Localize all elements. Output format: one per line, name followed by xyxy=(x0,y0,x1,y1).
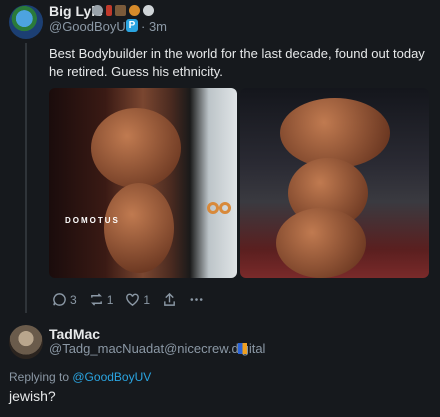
p-badge-icon: P xyxy=(126,19,138,32)
reply-author-avatar[interactable] xyxy=(9,325,43,359)
like-button[interactable]: 1 xyxy=(125,292,150,307)
gear-badge-icon xyxy=(92,4,103,16)
more-icon xyxy=(190,298,203,301)
repost-icon xyxy=(90,293,102,306)
like-count: 1 xyxy=(143,292,151,307)
post-image-2[interactable] xyxy=(240,88,429,278)
bodybuilder-legs xyxy=(104,183,174,273)
flag-badge-icon xyxy=(106,4,112,16)
reply-body: jewish? xyxy=(9,388,56,404)
author-avatar[interactable] xyxy=(9,5,43,39)
post-body: Best Bodybuilder in the world for the la… xyxy=(49,46,425,79)
replying-prefix: Replying to xyxy=(9,370,73,384)
reply-icon xyxy=(53,293,66,306)
share-button[interactable] xyxy=(162,292,177,307)
repost-count: 1 xyxy=(106,292,114,307)
ring-logo-icon xyxy=(207,202,219,214)
emblem-badge-icon xyxy=(129,4,140,16)
bodybuilder-legs xyxy=(276,208,366,278)
reply-author-handle[interactable]: @Tadg_macNuadat@nicecrew.digital xyxy=(49,341,265,356)
replying-to-link[interactable]: @GoodBoyUV xyxy=(72,370,151,384)
reply-count: 3 xyxy=(70,292,77,307)
verified-badge-icon xyxy=(143,4,154,16)
thread-line xyxy=(25,43,27,313)
bodybuilder-figure xyxy=(91,108,181,188)
replying-to: Replying to @GoodBoyUV xyxy=(9,370,151,384)
share-icon xyxy=(164,292,175,306)
box-badge-icon xyxy=(115,4,126,16)
heart-icon xyxy=(126,293,140,306)
ring-logo-icon-2 xyxy=(219,202,231,214)
post-actions: 3 1 1 xyxy=(52,292,216,307)
post-timestamp[interactable]: · 3m xyxy=(141,19,167,34)
post-image-1[interactable]: DOMOTUS xyxy=(49,88,237,278)
reply-author-name[interactable]: TadMac xyxy=(49,326,100,342)
author-handle[interactable]: @GoodBoyUV xyxy=(49,19,134,34)
reply-button[interactable]: 3 xyxy=(52,292,77,307)
bodybuilder-figure xyxy=(280,98,390,168)
repost-button[interactable]: 1 xyxy=(89,292,114,307)
author-badges xyxy=(92,3,154,17)
more-button[interactable] xyxy=(189,292,204,307)
instance-badge-icon xyxy=(238,343,247,354)
image-watermark: DOMOTUS xyxy=(65,216,120,225)
